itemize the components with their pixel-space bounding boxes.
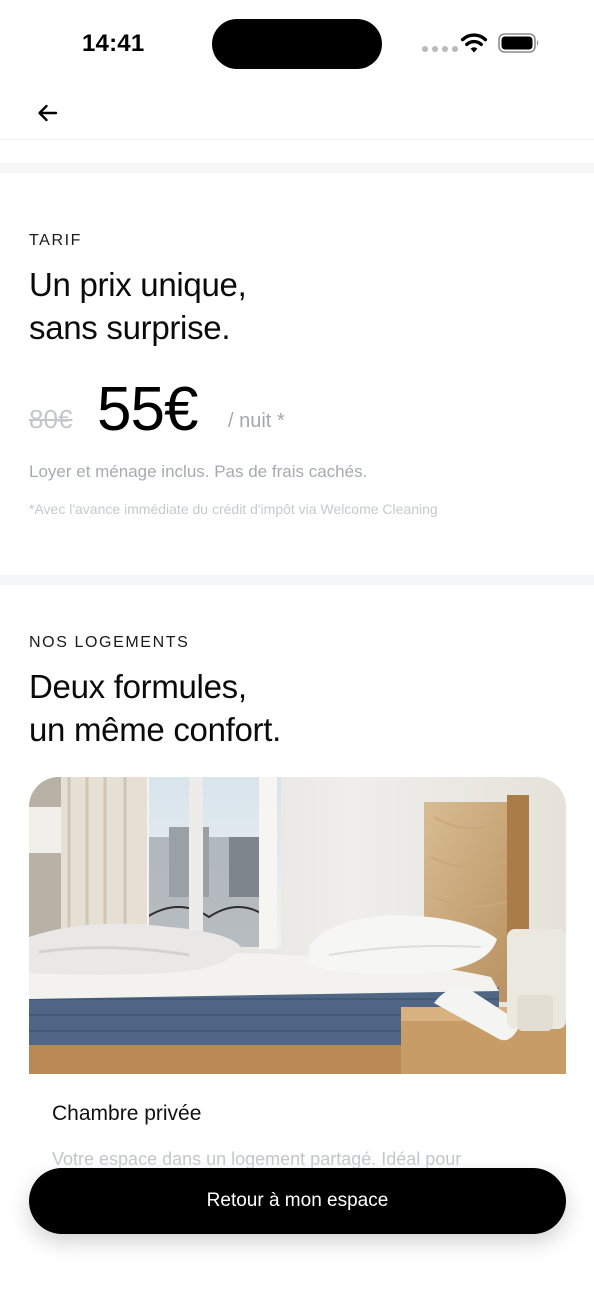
room-photo[interactable] — [29, 777, 566, 1074]
arrow-left-icon[interactable] — [30, 98, 66, 128]
housing-headline-line1: Deux formules, — [29, 668, 247, 705]
pricing-note: Loyer et ménage inclus. Pas de frais cac… — [29, 462, 368, 481]
housing-eyebrow: NOS LOGEMENTS — [29, 634, 190, 651]
dynamic-island — [212, 19, 382, 69]
section-divider — [0, 163, 594, 173]
battery-icon — [498, 33, 539, 53]
new-price: 55€ — [97, 375, 198, 444]
section-divider — [0, 575, 594, 585]
housing-headline-line2: un même confort. — [29, 711, 281, 748]
bedroom-image — [29, 777, 566, 1074]
wifi-icon — [460, 33, 488, 53]
pricing-eyebrow: TARIF — [29, 232, 83, 249]
pricing-headline-line2: sans surprise. — [29, 309, 231, 346]
price-unit: / nuit * — [228, 410, 285, 432]
pricing-headline-line1: Un prix unique, — [29, 266, 247, 303]
old-price: 80€ — [29, 404, 73, 434]
back-to-space-button[interactable]: Retour à mon espace — [29, 1168, 566, 1234]
status-time: 14:41 — [82, 30, 145, 57]
card-title: Chambre privée — [52, 1102, 202, 1125]
pricing-footnote: *Avec l'avance immédiate du crédit d'imp… — [29, 501, 438, 517]
cellular-signal-icon — [422, 46, 458, 52]
top-nav — [0, 88, 594, 140]
status-bar: 14:41 — [0, 0, 594, 88]
